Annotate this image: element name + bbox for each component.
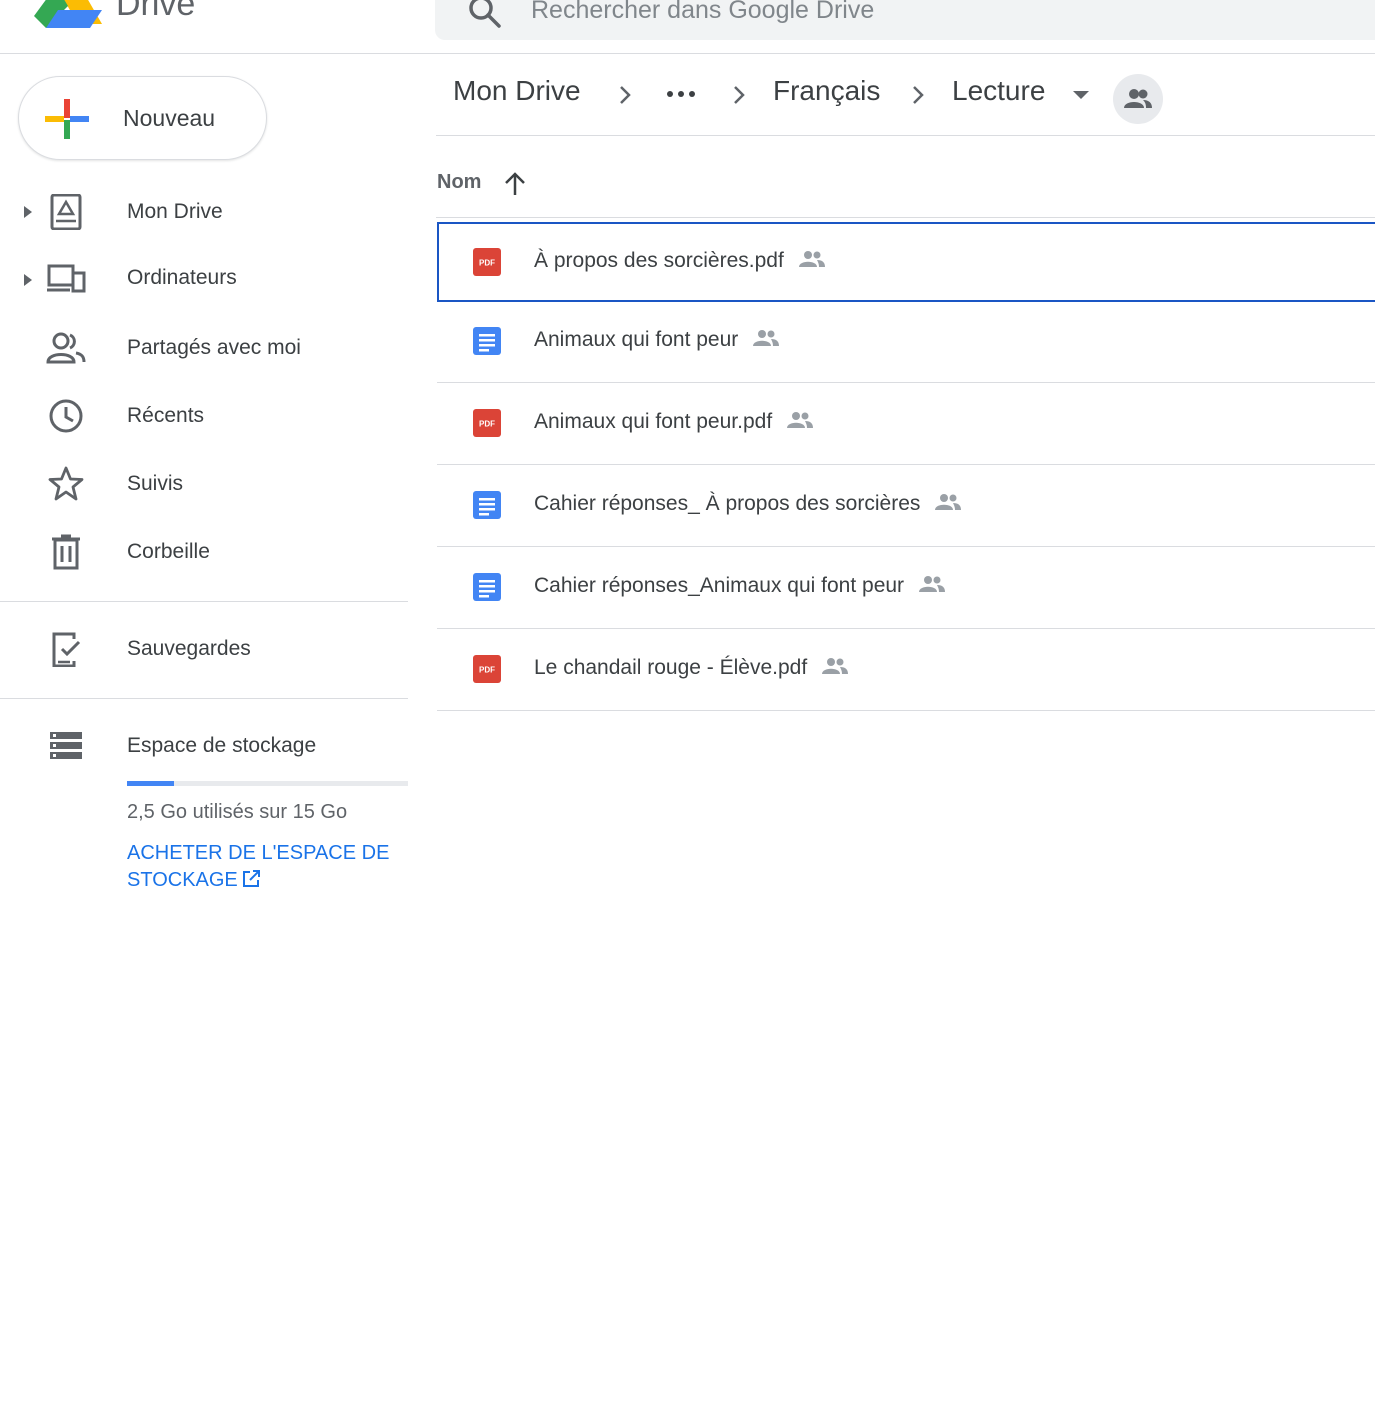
computers-icon xyxy=(47,264,86,293)
sidebar-item-my-drive[interactable]: Mon Drive xyxy=(0,184,408,240)
shared-icon xyxy=(798,251,825,267)
sidebar-item-label: Sauvegardes xyxy=(127,637,251,660)
search-icon[interactable] xyxy=(467,0,503,30)
sidebar-item-shared-with-me[interactable]: Partagés avec moi xyxy=(0,320,408,376)
storage-usage-bar xyxy=(127,781,408,786)
shared-icon xyxy=(787,412,814,428)
file-name: Cahier réponses_Animaux qui font peur xyxy=(534,574,946,598)
file-row[interactable]: PDF Animaux qui font peur.pdf xyxy=(437,383,1375,465)
new-button[interactable]: Nouveau xyxy=(18,76,267,160)
search-input[interactable] xyxy=(531,0,1231,25)
breadcrumb: Mon Drive Français Lecture xyxy=(436,56,1375,136)
storage-usage-text: 2,5 Go utilisés sur 15 Go xyxy=(127,801,348,823)
file-row[interactable]: Cahier réponses_ À propos des sorcières xyxy=(437,465,1375,547)
trash-icon xyxy=(52,534,80,570)
file-row[interactable]: Animaux qui font peur xyxy=(437,301,1375,383)
search-box[interactable] xyxy=(435,0,1375,40)
top-bar: Drive xyxy=(0,0,1375,54)
file-row[interactable]: Cahier réponses_Animaux qui font peur xyxy=(437,547,1375,629)
people-icon xyxy=(46,332,86,364)
arrow-up-icon[interactable] xyxy=(502,171,528,197)
pdf-file-icon: PDF xyxy=(473,409,501,437)
sidebar-item-label: Récents xyxy=(127,404,205,427)
sidebar-item-label: Partagés avec moi xyxy=(127,336,301,359)
shared-folder-icon[interactable] xyxy=(1113,74,1163,124)
doc-file-icon xyxy=(473,573,501,601)
column-header-name[interactable]: Nom xyxy=(437,171,481,194)
doc-file-icon xyxy=(473,327,501,355)
shared-icon xyxy=(753,330,780,346)
shared-icon xyxy=(919,576,946,592)
file-row[interactable]: PDF À propos des sorcières.pdf xyxy=(437,222,1375,302)
sidebar-item-starred[interactable]: Suivis xyxy=(0,456,408,512)
expand-caret-icon[interactable] xyxy=(22,204,34,220)
plus-icon xyxy=(45,99,89,139)
sidebar-item-backups[interactable]: Sauvegardes xyxy=(0,621,408,677)
file-name: À propos des sorcières.pdf xyxy=(534,249,826,273)
sidebar-divider xyxy=(0,601,408,602)
breadcrumb-item-my-drive[interactable]: Mon Drive xyxy=(453,75,581,107)
doc-file-icon xyxy=(473,491,501,519)
sidebar-item-label: Mon Drive xyxy=(127,200,223,223)
file-name: Cahier réponses_ À propos des sorcières xyxy=(534,492,962,516)
expand-caret-icon[interactable] xyxy=(22,272,34,288)
star-icon xyxy=(48,466,84,501)
backup-icon xyxy=(52,632,81,667)
chevron-right-icon xyxy=(913,86,924,104)
sidebar-item-label: Ordinateurs xyxy=(127,266,237,289)
breadcrumb-item-lecture[interactable]: Lecture xyxy=(952,75,1045,107)
file-row[interactable]: PDF Le chandail rouge - Élève.pdf xyxy=(437,629,1375,711)
svg-text:PDF: PDF xyxy=(479,420,495,429)
sidebar-item-label: Suivis xyxy=(127,472,184,495)
people-icon xyxy=(1124,89,1152,108)
breadcrumb-item-francais[interactable]: Français xyxy=(773,75,880,107)
file-name: Animaux qui font peur.pdf xyxy=(534,410,814,434)
chevron-down-icon[interactable] xyxy=(1070,88,1092,102)
google-drive-logo[interactable] xyxy=(34,0,102,28)
svg-text:PDF: PDF xyxy=(479,259,495,268)
chevron-right-icon xyxy=(734,86,745,104)
sidebar-item-label: Espace de stockage xyxy=(127,734,317,757)
clock-icon xyxy=(49,399,83,433)
shared-icon xyxy=(822,658,849,674)
file-name: Le chandail rouge - Élève.pdf xyxy=(534,656,849,680)
sidebar-item-storage[interactable]: Espace de stockage xyxy=(0,718,408,774)
app-name[interactable]: Drive xyxy=(116,0,195,24)
file-name: Animaux qui font peur xyxy=(534,328,780,352)
list-header-divider xyxy=(436,217,1375,218)
storage-usage-fill xyxy=(127,781,174,786)
new-button-label: Nouveau xyxy=(123,105,216,131)
sidebar-item-label: Corbeille xyxy=(127,540,210,563)
buy-storage-link[interactable]: ACHETER DE L'ESPACE DE STOCKAGE xyxy=(127,840,417,894)
sidebar-item-recent[interactable]: Récents xyxy=(0,388,408,444)
external-link-icon xyxy=(242,870,260,887)
sidebar-item-trash[interactable]: Corbeille xyxy=(0,524,408,580)
pdf-file-icon: PDF xyxy=(473,248,501,276)
sidebar-item-computers[interactable]: Ordinateurs xyxy=(0,250,408,306)
sidebar-divider xyxy=(0,698,408,699)
pdf-file-icon: PDF xyxy=(473,655,501,683)
svg-text:PDF: PDF xyxy=(479,666,495,675)
more-horiz-icon[interactable] xyxy=(664,84,698,104)
my-drive-icon xyxy=(50,194,82,230)
storage-icon xyxy=(50,732,82,759)
chevron-right-icon xyxy=(620,86,631,104)
shared-icon xyxy=(935,494,962,510)
